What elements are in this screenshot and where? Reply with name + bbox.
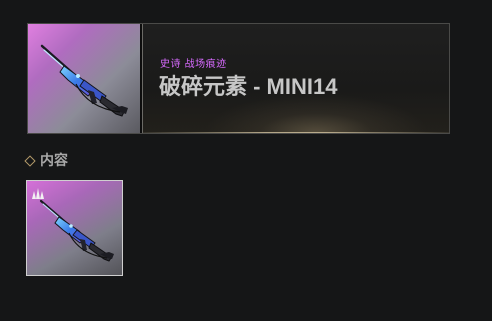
tier-rank-icon	[32, 188, 44, 199]
item-thumbnail	[28, 24, 140, 133]
diamond-icon	[24, 155, 36, 167]
content-item-tile[interactable]	[26, 180, 123, 276]
rarity-label: 史诗 战场痕迹	[160, 59, 227, 70]
contents-section-header: 内容	[24, 152, 68, 170]
item-title: 破碎元素 - MINI14	[159, 74, 338, 99]
section-title: 内容	[40, 153, 68, 169]
info-underline	[143, 132, 449, 133]
item-header-card: 史诗 战场痕迹 破碎元素 - MINI14	[27, 23, 450, 134]
rifle-icon	[40, 44, 128, 117]
item-info-panel: 史诗 战场痕迹 破碎元素 - MINI14	[142, 24, 449, 133]
